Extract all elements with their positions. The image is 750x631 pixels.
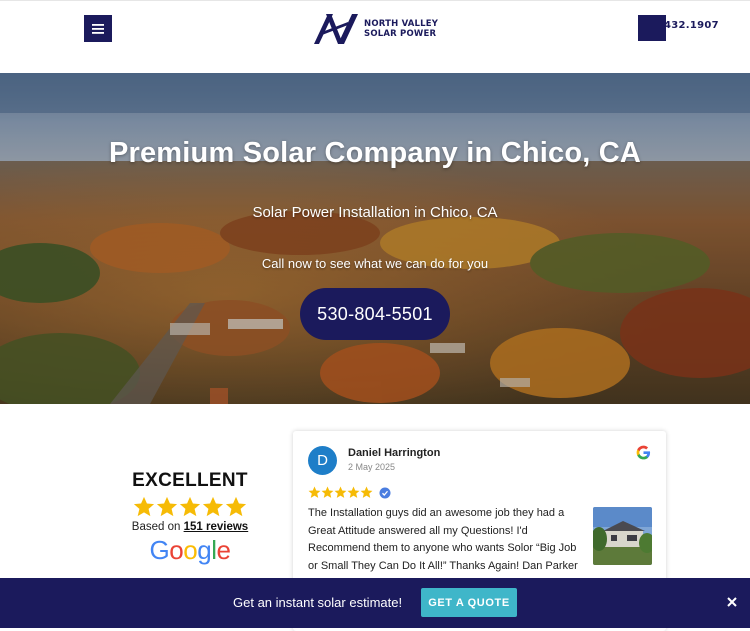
site-logo[interactable]: NORTH VALLEY SOLAR POWER bbox=[312, 10, 438, 48]
avatar: D bbox=[308, 446, 337, 475]
star-icon bbox=[202, 496, 224, 517]
estimate-bar-text: Get an instant solar estimate! bbox=[233, 595, 403, 610]
google-g-icon bbox=[636, 445, 651, 460]
hero-overlay bbox=[0, 73, 750, 404]
star-icon bbox=[308, 486, 321, 498]
hero-subtitle: Solar Power Installation in Chico, CA bbox=[252, 204, 498, 221]
google-letter: e bbox=[216, 535, 231, 565]
call-phone-button[interactable]: 530-804-5501 bbox=[300, 288, 450, 340]
google-letter: G bbox=[149, 535, 170, 565]
phone-icon-block[interactable] bbox=[638, 15, 666, 41]
logo-text-line1: NORTH VALLEY bbox=[364, 19, 439, 29]
header-phone[interactable]: 432.1907 bbox=[664, 20, 719, 31]
review-text: The Installation guys did an awesome job… bbox=[308, 507, 578, 572]
star-icon bbox=[179, 496, 201, 517]
hero-cta-text: Call now to see what we can do for you bbox=[261, 256, 489, 271]
google-letter: g bbox=[197, 535, 212, 565]
summary-stars bbox=[120, 496, 260, 518]
reviews-link[interactable]: 151 reviews bbox=[184, 521, 249, 533]
star-icon bbox=[321, 486, 334, 498]
rating-label: EXCELLENT bbox=[132, 470, 248, 491]
star-icon bbox=[360, 486, 373, 498]
star-icon bbox=[133, 496, 155, 517]
google-logo: Google bbox=[120, 535, 260, 566]
star-icon bbox=[347, 486, 360, 498]
logo-text-line2: SOLAR POWER bbox=[364, 29, 437, 39]
close-icon[interactable] bbox=[725, 595, 739, 609]
star-icon bbox=[334, 486, 347, 498]
reviews-summary: EXCELLENT Based on 151 reviews Google bbox=[120, 470, 260, 566]
hero-title: Premium Solar Company in Chico, CA bbox=[108, 137, 642, 169]
based-on-prefix: Based on bbox=[131, 521, 181, 533]
hero-section: Premium Solar Company in Chico, CA Solar… bbox=[0, 73, 750, 404]
menu-button[interactable] bbox=[84, 15, 112, 42]
review-photo[interactable] bbox=[593, 507, 652, 565]
review-date: 2 May 2025 bbox=[348, 462, 396, 472]
star-icon bbox=[156, 496, 178, 517]
google-letter: o bbox=[183, 535, 198, 565]
house-photo bbox=[593, 507, 652, 565]
star-icon bbox=[225, 496, 247, 517]
review-stars bbox=[308, 486, 391, 499]
based-on-text: Based on 151 reviews bbox=[120, 521, 260, 533]
reviewer-name: Daniel Harrington bbox=[348, 447, 441, 459]
menu-icon bbox=[92, 23, 104, 34]
logo-mark-icon bbox=[314, 14, 358, 44]
google-letter: o bbox=[169, 535, 184, 565]
estimate-bar: Get an instant solar estimate! GET A QUO… bbox=[0, 578, 750, 628]
site-header: NORTH VALLEY SOLAR POWER 432.1907 bbox=[0, 0, 750, 73]
verified-icon bbox=[379, 487, 391, 498]
get-quote-button[interactable]: GET A QUOTE bbox=[421, 588, 517, 617]
